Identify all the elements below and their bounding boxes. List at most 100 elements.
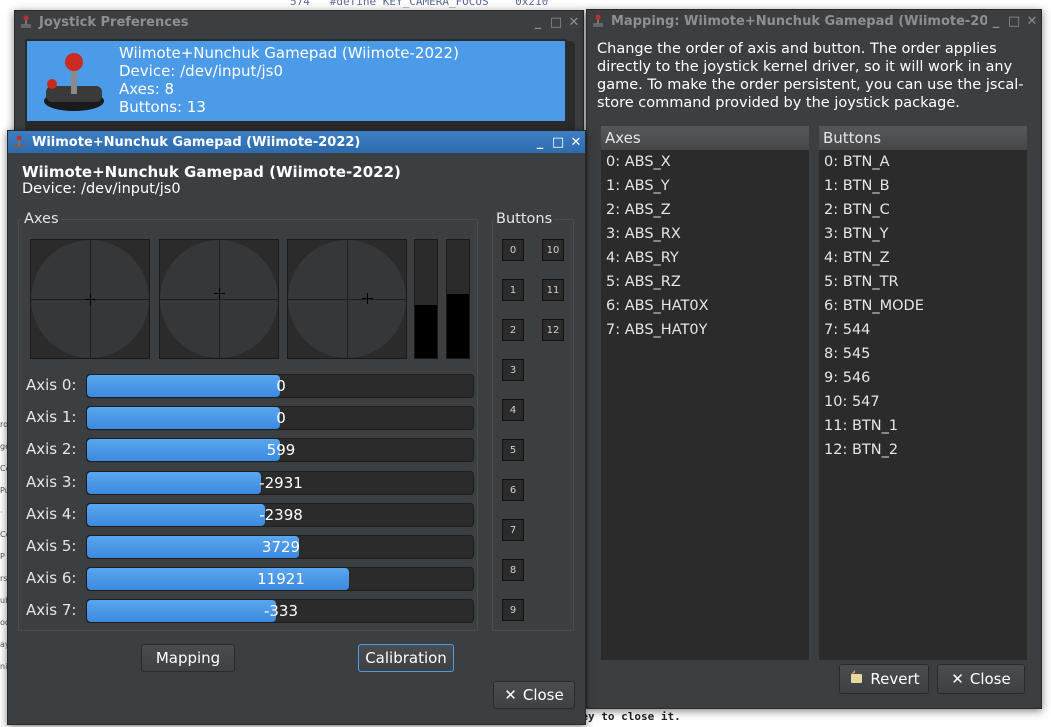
joystick-icon (27, 41, 119, 121)
maximize-icon[interactable]: □ (549, 135, 567, 150)
axis-mapping-item[interactable]: 5: ABS_RZ (601, 270, 809, 294)
button-mapping-item[interactable]: 3: BTN_Y (819, 222, 1027, 246)
device-list[interactable]: Wiimote+Nunchuk Gamepad (Wiimote-2022) D… (25, 39, 567, 139)
button-mapping-item[interactable]: 9: 546 (819, 366, 1027, 390)
close-icon[interactable]: ✕ (1023, 14, 1041, 29)
gamepad-title: Wiimote+Nunchuk Gamepad (Wiimote-2022) (32, 134, 361, 150)
axis-mapping-item[interactable]: 3: ABS_RX (601, 222, 809, 246)
trigger-bar-2 (446, 239, 470, 359)
revert-label: Revert (870, 670, 920, 688)
maximize-icon[interactable]: □ (547, 15, 565, 30)
axis-mapping-item[interactable]: 4: ABS_RY (601, 246, 809, 270)
prefs-title: Joystick Preferences (39, 14, 189, 30)
axis-mapping-item[interactable]: 6: ABS_HAT0X (601, 294, 809, 318)
axis-label: Axis 3: (26, 472, 77, 491)
button-mapping-item[interactable]: 5: BTN_TR (819, 270, 1027, 294)
joystick-app-icon (15, 15, 37, 29)
joystick-button-indicator: 5 (502, 439, 524, 461)
joystick-button-indicator: 6 (502, 479, 524, 501)
gamepad-window: Wiimote+Nunchuk Gamepad (Wiimote-2022) _… (7, 130, 586, 725)
trigger-bar-fill (415, 304, 437, 358)
axis-value: -2931 (259, 473, 303, 492)
axis-mapping-item[interactable]: 7: ABS_HAT0Y (601, 318, 809, 342)
axis-row: Axis 1: 0 (26, 406, 476, 431)
revert-icon (848, 669, 864, 689)
axis-progress-bar: 11921 (86, 567, 474, 592)
axis-label: Axis 1: (26, 408, 77, 427)
axis-mapping-item[interactable]: 1: ABS_Y (601, 174, 809, 198)
button-mapping-item[interactable]: 12: BTN_2 (819, 438, 1027, 462)
axis-row: Axis 4: -2398 (26, 502, 476, 527)
close-x-icon: ✕ (504, 686, 517, 704)
gamepad-titlebar[interactable]: Wiimote+Nunchuk Gamepad (Wiimote-2022) _… (8, 131, 585, 153)
prefs-titlebar[interactable]: Joystick Preferences _ □ ✕ (15, 11, 583, 33)
button-mapping-item[interactable]: 2: BTN_C (819, 198, 1027, 222)
button-mapping-item[interactable]: 7: 544 (819, 318, 1027, 342)
gamepad-close-label: Close (522, 686, 564, 704)
joystick-button-indicator: 12 (542, 319, 564, 341)
close-icon[interactable]: ✕ (565, 15, 583, 30)
mapping-title: Mapping: Wiimote+Nunchuk Gamepad (Wiimot… (611, 13, 987, 29)
axis-value: -2398 (259, 505, 303, 524)
device-list-item[interactable]: Wiimote+Nunchuk Gamepad (Wiimote-2022) D… (27, 41, 565, 121)
axis-value: -333 (263, 602, 299, 621)
button-mapping-item[interactable]: 0: BTN_A (819, 150, 1027, 174)
axis-value: 11921 (257, 570, 305, 589)
axis-progress-bar: 599 (86, 438, 474, 463)
revert-button[interactable]: Revert (839, 664, 929, 694)
background-code-line: 574 #define KEY_CAMERA_FOCUS 0x210 (290, 0, 549, 8)
buttons-column-header: Buttons (819, 126, 1027, 150)
axis-value: 3729 (261, 538, 301, 556)
axis-row: Axis 7: -333 (26, 599, 476, 624)
stick-display-3 (287, 239, 407, 359)
joystick-app-icon (587, 14, 609, 28)
joystick-button-indicator: 9 (502, 599, 524, 621)
axes-frame-label: Axes (22, 211, 61, 227)
stick-display-1 (30, 239, 150, 359)
axes-mapping-list[interactable]: Axes 0: ABS_X 1: ABS_Y 2: ABS_Z 3: ABS_RX 4:… (601, 126, 809, 660)
device-path: Device: /dev/input/js0 (119, 62, 284, 80)
button-mapping-item[interactable]: 1: BTN_B (819, 174, 1027, 198)
axis-row: Axis 2: 599 (26, 438, 476, 463)
device-list-scrollbar[interactable] (565, 41, 575, 135)
joystick-button-indicator: 7 (502, 519, 524, 541)
axis-mapping-item[interactable]: 2: ABS_Z (601, 198, 809, 222)
joystick-button-indicator: 3 (502, 359, 524, 381)
joystick-app-icon (8, 135, 30, 149)
minimize-icon[interactable]: _ (987, 14, 1005, 29)
axis-label: Axis 2: (26, 440, 77, 459)
axis-mapping-item[interactable]: 0: ABS_X (601, 150, 809, 174)
minimize-icon[interactable]: _ (529, 15, 547, 30)
axis-progress-bar: 0 (86, 406, 474, 431)
maximize-icon[interactable]: □ (1005, 14, 1023, 29)
axis-value: 599 (266, 441, 296, 460)
axis-label: Axis 5: (26, 537, 77, 555)
axis-row: Axis 3: -2931 (26, 470, 476, 495)
mapping-close-button[interactable]: ✕ Close (937, 664, 1025, 694)
minimize-icon[interactable]: _ (531, 135, 549, 150)
calibration-button[interactable]: Calibration (358, 644, 454, 672)
button-mapping-item[interactable]: 8: 545 (819, 342, 1027, 366)
joystick-button-indicator: 8 (502, 559, 524, 581)
mapping-button[interactable]: Mapping (141, 644, 235, 672)
button-mapping-item[interactable]: 11: BTN_1 (819, 414, 1027, 438)
close-icon[interactable]: ✕ (567, 135, 585, 150)
mapping-window: Mapping: Wiimote+Nunchuk Gamepad (Wiimot… (586, 9, 1042, 709)
stick-crosshair (85, 294, 96, 305)
axis-label: Axis 7: (26, 601, 77, 620)
buttons-frame-label: Buttons (494, 211, 555, 227)
mapping-titlebar[interactable]: Mapping: Wiimote+Nunchuk Gamepad (Wiimot… (587, 10, 1041, 32)
joystick-button-indicator: 4 (502, 399, 524, 421)
axis-value: 0 (276, 409, 286, 428)
mapping-close-label: Close (969, 670, 1011, 688)
buttons-mapping-list[interactable]: Buttons 0: BTN_A 1: BTN_B 2: BTN_C 3: BTN_Y… (819, 126, 1027, 660)
button-mapping-item[interactable]: 4: BTN_Z (819, 246, 1027, 270)
gamepad-close-button[interactable]: ✕ Close (493, 681, 575, 709)
axis-progress-bar: 0 (86, 374, 474, 398)
joystick-preferences-window: Joystick Preferences _ □ ✕ Wiimote+Nunch… (14, 10, 584, 140)
axis-progress-bar: 3729 (86, 535, 474, 559)
joystick-button-indicator: 10 (542, 239, 564, 261)
button-mapping-item[interactable]: 6: BTN_MODE (819, 294, 1027, 318)
button-mapping-item[interactable]: 10: 547 (819, 390, 1027, 414)
axes-column-header: Axes (601, 126, 809, 150)
